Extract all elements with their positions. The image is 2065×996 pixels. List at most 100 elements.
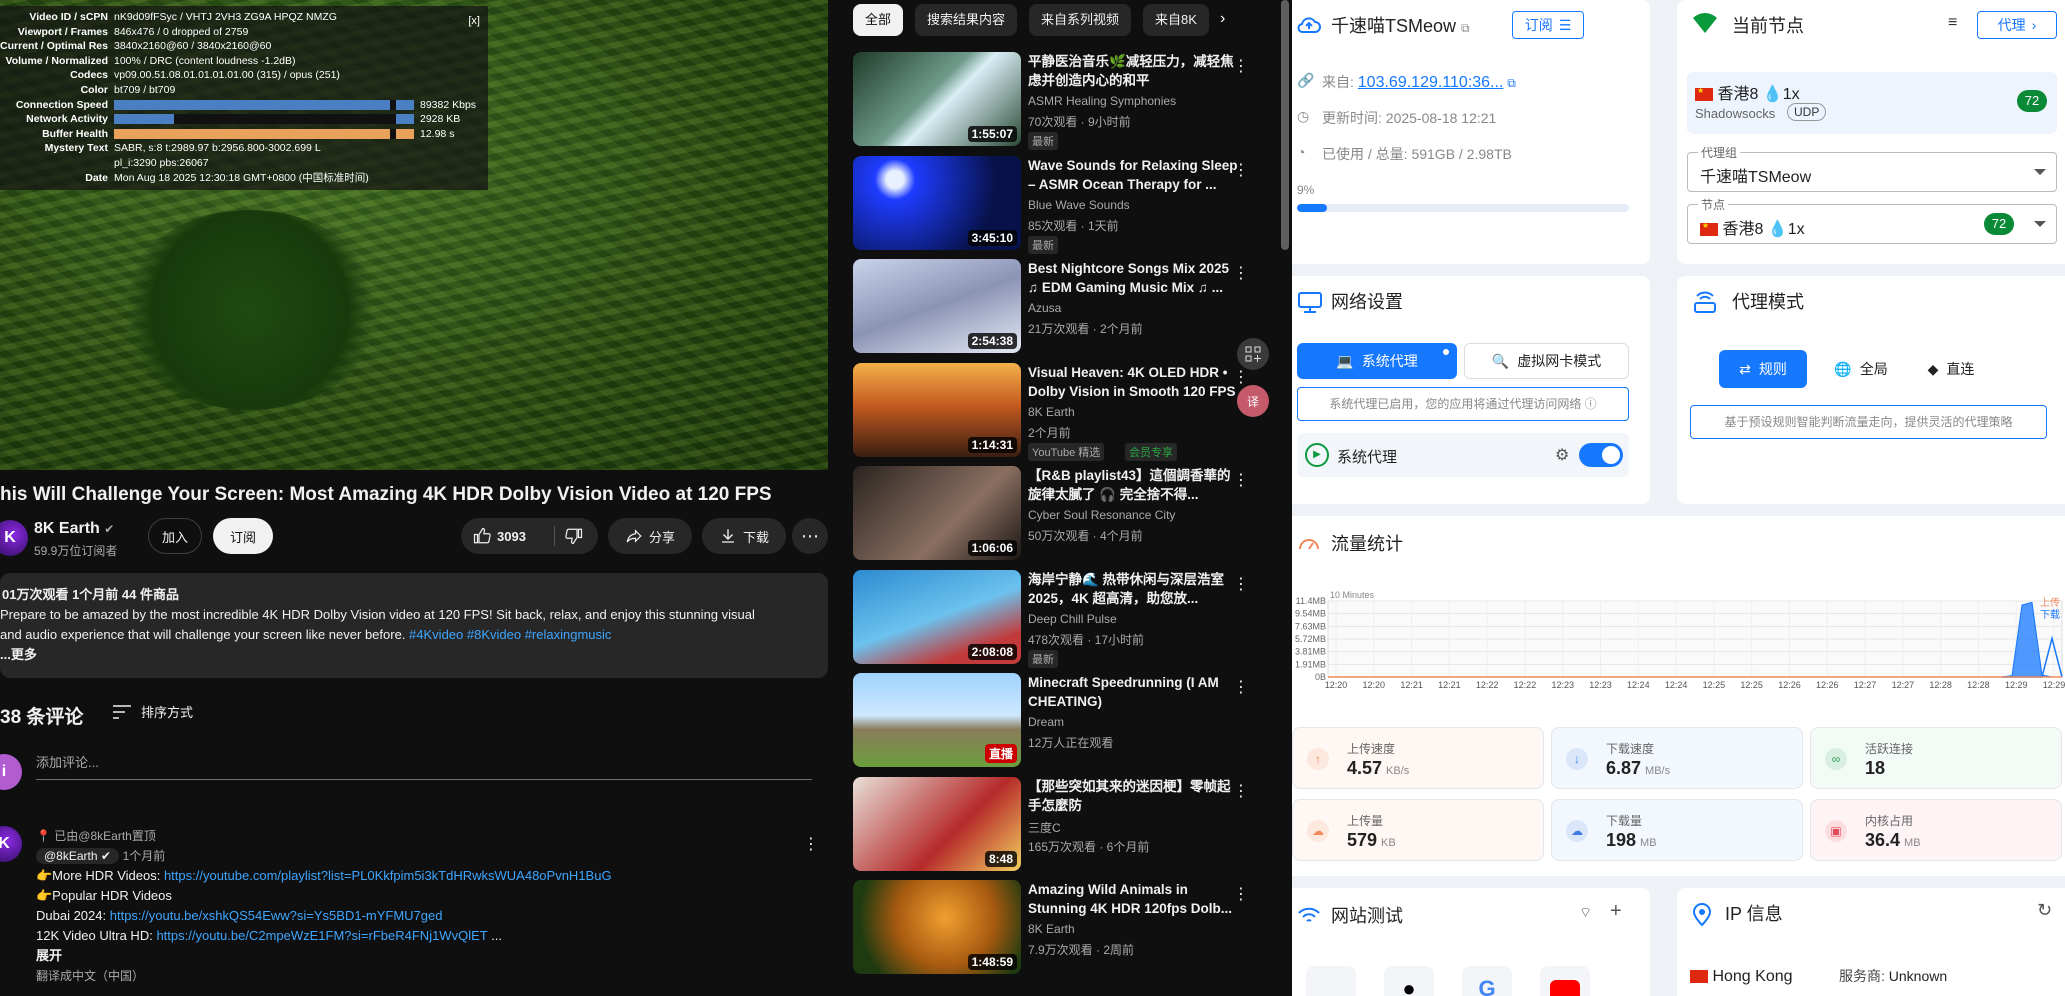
refresh-icon[interactable]: ↻ — [2037, 900, 2052, 921]
video-thumbnail[interactable]: 2:08:08 — [853, 569, 1021, 664]
stats-row: Codecs vp09.00.51.08.01.01.01.01.00 (315)… — [0, 68, 488, 83]
video-thumbnail[interactable]: 1:55:07 — [853, 52, 1021, 146]
subscribe-button[interactable]: 订阅 — [213, 518, 273, 554]
download-label: 下载 — [742, 529, 769, 545]
related-video-item[interactable]: 直播 Minecraft Speedrunning (I AM CHEATING)… — [853, 673, 1273, 768]
china-flag-icon — [1695, 86, 1713, 102]
stats-key: Viewport / Frames — [17, 25, 108, 38]
related-video-item[interactable]: 3:45:10 Wave Sounds for Relaxing Sleep – … — [853, 155, 1273, 254]
traffic-stat-tile: ▣ 内核占用 36.4 MB — [1810, 799, 2062, 861]
source-url[interactable]: 103.69.129.110:36... — [1358, 74, 1504, 91]
dislike-button[interactable] — [565, 527, 583, 548]
video-menu-icon[interactable]: ⋮ — [1233, 574, 1249, 594]
video-menu-icon[interactable]: ⋮ — [1233, 677, 1249, 697]
external-link-icon[interactable]: ⧉ — [1461, 21, 1470, 35]
video-menu-icon[interactable]: ⋮ — [1233, 56, 1249, 76]
video-channel: 8K Earth — [1028, 922, 1075, 936]
extension-icon[interactable]: 译 — [1237, 385, 1269, 417]
expand-comment-button[interactable]: 展开 — [36, 946, 796, 966]
channel-name[interactable]: 8K Earth ✔ — [34, 520, 114, 538]
network-settings-card: 网络设置 💻 系统代理 🔍 虚拟网卡模式 系统代理已启用，您的应用将通过代理访问网络… — [1292, 276, 1650, 504]
share-button[interactable]: 分享 — [608, 518, 692, 554]
video-thumbnail[interactable]: 8:48 — [853, 776, 1021, 871]
test-all-icon[interactable]: ⌔ — [1579, 904, 1592, 922]
description-more-link[interactable]: ...更多 — [0, 645, 828, 665]
description-line1: Prepare to be amazed by the most incredi… — [0, 607, 755, 622]
video-menu-icon[interactable]: ⋮ — [1233, 781, 1249, 801]
video-menu-icon[interactable]: ⋮ — [1233, 884, 1249, 904]
ultra-hd-link[interactable]: https://youtu.be/C2mpeWzE1FM?si=rFbeR4FN… — [156, 928, 487, 943]
translate-link[interactable]: 翻译成中文（中国） — [36, 966, 796, 986]
youtube-icon[interactable] — [1540, 966, 1590, 996]
apple-icon[interactable] — [1306, 966, 1356, 996]
sidebar-scrollbar[interactable] — [1281, 0, 1289, 250]
video-thumbnail[interactable]: 1:14:31 — [853, 362, 1021, 457]
video-menu-icon[interactable]: ⋮ — [1233, 160, 1249, 180]
video-thumbnail[interactable]: 1:48:59 — [853, 880, 1021, 974]
dislike-icon — [565, 528, 583, 545]
video-thumbnail[interactable]: 直播 — [853, 673, 1021, 767]
related-video-item[interactable]: 2:08:08 海岸宁静🌊 热带休闲与深层浩室 2025，4K 超高清，助您放..… — [853, 569, 1273, 668]
system-proxy-toggle[interactable] — [1579, 443, 1623, 467]
related-video-item[interactable]: 1:55:07 平静医治音乐🌿减轻压力，减轻焦虑并创造内心的和平 ASMR Heal… — [853, 52, 1273, 150]
video-menu-icon[interactable]: ⋮ — [1233, 263, 1249, 283]
related-video-item[interactable]: 1:06:06 【R&B playlist43】這個調香華的旋律太膩了 🎧 完全捨… — [853, 466, 1273, 561]
add-comment-input[interactable]: 添加评论... — [36, 752, 812, 780]
grid-icon[interactable] — [1237, 338, 1269, 370]
video-player[interactable]: [x] Video ID / sCPN nK9d09fFSyc / VHTJ 2V… — [0, 0, 828, 470]
video-thumbnail[interactable]: 1:06:06 — [853, 466, 1021, 560]
chip-search-results[interactable]: 搜索结果内容 — [915, 4, 1018, 36]
related-video-item[interactable]: 1:48:59 Amazing Wild Animals in Stunning … — [853, 880, 1273, 975]
chip-all[interactable]: 全部 — [853, 4, 904, 36]
tun-mode-tab[interactable]: 🔍 虚拟网卡模式 — [1464, 343, 1629, 379]
related-video-item[interactable]: 2:54:38 Best Nightcore Songs Mix 2025 ♫ E… — [853, 259, 1273, 354]
comment-author-avatar[interactable]: K — [0, 826, 22, 862]
dubai-link[interactable]: https://youtu.be/xshkQS54Eww?si=Ys5BD1-m… — [110, 908, 443, 923]
node-select-label: 节点 — [1698, 196, 1729, 213]
external-link-icon-2[interactable]: ⧉ — [1507, 76, 1516, 90]
stat-icon: ∞ — [1825, 748, 1847, 770]
chip-from-8k[interactable]: 来自8K — [1143, 4, 1209, 36]
like-button[interactable]: 3093 — [473, 527, 526, 545]
gear-icon[interactable]: ⚙ — [1555, 445, 1569, 465]
stats-text: bt709 / bt709 — [114, 83, 176, 96]
subscribe-menu-button[interactable]: 订阅 ☰ — [1512, 11, 1584, 39]
join-button[interactable]: 加入 — [148, 518, 202, 554]
google-icon[interactable]: G — [1462, 966, 1512, 996]
comment-menu-icon[interactable]: ⋮ — [803, 834, 819, 854]
video-menu-icon[interactable]: ⋮ — [1233, 367, 1249, 387]
video-thumbnail[interactable]: 2:54:38 — [853, 259, 1021, 353]
channel-avatar[interactable]: K — [0, 520, 28, 556]
proxy-page-button[interactable]: 代理 › — [1977, 11, 2057, 39]
mode-direct-button[interactable]: ◆ 直连 — [1907, 350, 1995, 388]
proxy-group-select[interactable]: 代理组 千速喵TSMeow — [1687, 144, 2057, 192]
chip-series[interactable]: 来自系列视频 — [1029, 4, 1132, 36]
related-video-item[interactable]: 1:14:31 Visual Heaven: 4K OLED HDR • Dolb… — [853, 362, 1273, 461]
hashtag-links[interactable]: #4Kvideo #8Kvideo #relaxingmusic — [409, 627, 611, 642]
stats-close-button[interactable]: [x] — [468, 14, 480, 29]
chevron-right-icon[interactable]: › — [1220, 10, 1225, 28]
download-button[interactable]: 下载 — [702, 518, 786, 554]
add-test-icon[interactable]: + — [1610, 900, 1622, 923]
more-actions-button[interactable]: ⋯ — [792, 518, 828, 554]
sort-comments-button[interactable]: 排序方式 — [113, 702, 193, 721]
video-badge: 最新 — [1028, 649, 1058, 668]
sort-icon-2[interactable]: ≡ — [1948, 14, 1957, 32]
comment-author[interactable]: @8kEarth ✔ — [36, 848, 119, 864]
github-icon[interactable]: ● — [1384, 966, 1434, 996]
node-select[interactable]: 节点 香港8 💧1x 72 — [1687, 196, 2057, 244]
current-node-info[interactable]: 香港8 💧1x Shadowsocks UDP 72 — [1687, 72, 2057, 134]
video-frame-trees — [120, 210, 380, 410]
playlist-link[interactable]: https://youtube.com/playlist?list=PL0Kkf… — [164, 868, 612, 883]
related-video-item[interactable]: 8:48 【那些突如其来的迷因梗】零帧起手怎麼防 三度C 165万次观看 · 6个月前… — [853, 776, 1273, 872]
stat-unit: KB/s — [1386, 765, 1410, 777]
mode-global-button[interactable]: 🌐 全局 — [1817, 350, 1905, 388]
mode-rule-button[interactable]: ⇄ 规则 — [1719, 350, 1807, 388]
video-description[interactable]: 01万次观看 1个月前 44 件商品 Prepare to be amazed … — [0, 573, 828, 678]
stats-graph — [114, 99, 414, 110]
stats-text: 12.98 s — [420, 127, 455, 140]
video-menu-icon[interactable]: ⋮ — [1233, 470, 1249, 490]
comment-line3: Dubai 2024: https://youtu.be/xshkQS54Eww… — [36, 908, 443, 923]
system-proxy-tab[interactable]: 💻 系统代理 — [1297, 343, 1457, 379]
video-thumbnail[interactable]: 3:45:10 — [853, 155, 1021, 250]
